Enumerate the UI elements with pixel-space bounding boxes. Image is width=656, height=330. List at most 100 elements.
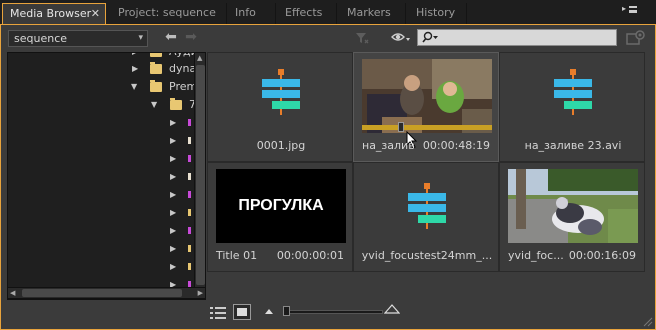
label-color-marker (188, 227, 191, 234)
folder-icon (150, 53, 162, 57)
zoom-in-icon[interactable] (384, 304, 400, 314)
media-thumbnail[interactable]: 0001.jpg (207, 52, 353, 162)
tab-label: Project: sequence (118, 6, 216, 19)
label-color-marker (188, 155, 191, 162)
tree-vertical-scrollbar[interactable]: ▲ ▼ (194, 53, 205, 299)
tree-item[interactable]: ▶ (8, 259, 193, 275)
expand-icon[interactable]: ▶ (170, 115, 176, 131)
expand-icon[interactable]: ▶ (170, 133, 176, 149)
media-grid: 0001.jpg на_залив 00:00:48:19 на_заливе … (207, 52, 645, 300)
scrub-bar[interactable] (362, 125, 492, 130)
expand-icon[interactable]: ▶ (132, 53, 138, 60)
tree-horizontal-scrollbar[interactable]: ◀ ▶ (7, 287, 206, 299)
search-icon (422, 31, 438, 43)
label-color-marker (188, 263, 191, 270)
icon-view-icon[interactable] (233, 304, 251, 320)
tree-item[interactable]: ▶ (8, 205, 193, 221)
tree-item[interactable]: ▼ 7 (8, 97, 196, 113)
tab-label: Media Browser (10, 7, 92, 20)
media-name: на_залив (362, 139, 415, 152)
tree-item[interactable]: ▶ (8, 115, 193, 131)
media-duration: 00:00:48:19 (422, 139, 490, 152)
tree-item[interactable]: ▼ Prem (8, 79, 197, 95)
expand-icon[interactable]: ▶ (170, 187, 176, 203)
back-arrow-icon[interactable]: ⬅ (163, 30, 179, 46)
location-value: sequence (14, 32, 68, 45)
tab-history[interactable]: History (409, 3, 467, 24)
label-color-marker (188, 209, 191, 216)
tree-item[interactable]: ▶ (8, 169, 193, 185)
media-name: Title 01 (216, 249, 258, 262)
tree-item[interactable]: ▶ (8, 223, 193, 239)
title-text: ПРОГУЛКА (238, 197, 324, 214)
tree-item[interactable]: ▶ (8, 133, 193, 149)
tree-item[interactable]: ▶ (8, 241, 193, 257)
collapse-icon[interactable]: ▼ (151, 97, 157, 113)
media-name: yvid_foc... (508, 249, 564, 262)
settings-icon[interactable] (626, 29, 646, 47)
sequence-icon (262, 69, 300, 115)
panel-menu-icon[interactable]: ▸ (622, 4, 638, 18)
filter-icon[interactable] (355, 31, 369, 45)
tree-item-label: Prem (169, 80, 198, 93)
folder-icon (150, 80, 162, 92)
forward-arrow-icon[interactable]: ➡ (183, 30, 199, 46)
tab-bar: Media Browser ✕ Project: sequence Info E… (0, 0, 656, 24)
tree-item[interactable]: ▶ dyna (8, 61, 197, 77)
media-thumbnail[interactable]: ПРОГУЛКА Title 01 00:00:00:01 (207, 162, 353, 272)
thumbnail-size-slider[interactable] (283, 310, 383, 314)
media-thumbnail[interactable]: yvid_foc... 00:00:16:09 (499, 162, 645, 272)
expand-icon[interactable]: ▶ (170, 223, 176, 239)
media-browser-panel: sequence ▾ ⬅ ➡ ▶ Аудио ▶ dyna (0, 24, 656, 330)
expand-icon[interactable]: ▶ (170, 151, 176, 167)
search-input[interactable] (417, 29, 617, 46)
expand-icon[interactable]: ▶ (132, 61, 138, 77)
expand-icon[interactable]: ▶ (170, 259, 176, 275)
tree-item[interactable]: ▶ Аудио (8, 53, 205, 60)
tab-label: Effects (285, 6, 323, 19)
tree-item[interactable]: ▶ (8, 187, 193, 203)
video-frame-image (362, 59, 492, 133)
label-color-marker (188, 245, 191, 252)
folder-icon (170, 98, 182, 110)
label-color-marker (188, 137, 191, 144)
tab-label: History (416, 6, 456, 19)
scrollbar-thumb[interactable] (196, 65, 205, 285)
media-name: на_заливе 23.avi (524, 139, 622, 152)
scrollbar-thumb[interactable] (22, 289, 182, 297)
tree-item-label: dyna (169, 62, 197, 75)
bottom-toolbar (1, 301, 655, 329)
expand-icon[interactable]: ▶ (170, 169, 176, 185)
tab-project[interactable]: Project: sequence (111, 3, 227, 24)
tab-info[interactable]: Info (228, 3, 276, 24)
media-duration: 00:00:00:01 (276, 249, 344, 262)
media-thumbnail-selected[interactable]: на_залив 00:00:48:19 (353, 52, 499, 162)
view-as-eye-icon[interactable] (391, 31, 411, 45)
media-name: yvid_focustest24mm_... (361, 249, 493, 262)
collapse-icon[interactable]: ▼ (131, 79, 137, 95)
resize-grip-icon[interactable] (641, 315, 653, 327)
folder-icon (150, 62, 162, 74)
location-dropdown[interactable]: sequence ▾ (8, 30, 148, 47)
video-frame-image (508, 169, 638, 243)
folder-tree[interactable]: ▶ Аудио ▶ dyna ▼ Prem ▼ 7 ▶ ▶ ▶ ▶ ▶ ▶ ▶ … (7, 52, 206, 300)
expand-icon[interactable]: ▶ (170, 241, 176, 257)
tab-effects[interactable]: Effects (278, 3, 337, 24)
expand-icon[interactable]: ▶ (170, 205, 176, 221)
slider-handle[interactable] (283, 306, 290, 316)
chevron-down-icon: ▾ (138, 33, 143, 43)
label-color-marker (188, 119, 191, 126)
zoom-out-icon[interactable] (264, 307, 274, 315)
tree-item[interactable]: ▶ (8, 151, 193, 167)
sequence-icon (554, 69, 592, 115)
tab-label: Markers (347, 6, 391, 19)
media-thumbnail[interactable]: на_заливе 23.avi (499, 52, 645, 162)
media-thumbnail[interactable]: yvid_focustest24mm_... (353, 162, 499, 272)
tab-media-browser[interactable]: Media Browser ✕ (2, 3, 106, 24)
list-view-icon[interactable] (209, 306, 227, 320)
scrub-handle[interactable] (398, 122, 404, 132)
close-icon[interactable]: ✕ (91, 4, 100, 24)
sequence-icon (408, 183, 446, 229)
label-color-marker (188, 191, 191, 198)
tab-markers[interactable]: Markers (340, 3, 406, 24)
